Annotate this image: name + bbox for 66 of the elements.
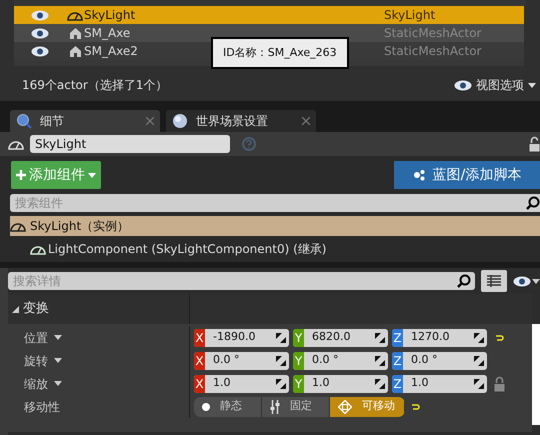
number-field[interactable]: Z 1270.0 (392, 328, 487, 346)
actor-name: SM_Axe2 (84, 43, 138, 60)
eye-icon[interactable] (31, 28, 49, 38)
close-icon[interactable] (146, 117, 154, 125)
mobility-option[interactable]: 静态 (194, 396, 262, 416)
actor-name-field[interactable]: SkyLight (30, 135, 230, 153)
plus-icon (16, 170, 26, 180)
move-icon (338, 400, 352, 414)
gauge-icon (30, 243, 46, 255)
reset-icon[interactable] (410, 402, 420, 410)
number-field[interactable]: Z 1.0 (392, 374, 487, 392)
tooltip: ID名称：SM_Axe_263 (211, 37, 349, 69)
number-field[interactable]: X -1890.0 (194, 328, 289, 346)
property-label: 缩放 (24, 376, 48, 392)
number-field[interactable]: Y 0.0 ° (293, 352, 388, 370)
eye-icon[interactable] (513, 276, 531, 286)
eye-icon[interactable] (454, 80, 472, 90)
grid-icon (487, 275, 501, 287)
globe-icon (172, 113, 188, 129)
reset-icon[interactable] (494, 334, 504, 342)
actor-name: SM_Axe (84, 25, 130, 42)
house-icon (68, 26, 82, 40)
property-label: 旋转 (24, 352, 48, 370)
caret-icon[interactable] (54, 335, 62, 340)
number-field[interactable]: Z 0.0 ° (392, 352, 487, 370)
search-icon[interactable] (526, 196, 540, 210)
number-field[interactable]: Y 1.0 (293, 374, 388, 392)
grid-view-button[interactable] (481, 270, 507, 292)
component-row[interactable]: SkyLight（实例） (10, 216, 540, 236)
house-icon (68, 44, 82, 58)
caret-icon[interactable] (54, 358, 62, 363)
eye-icon[interactable] (31, 10, 49, 20)
property-label: 位置 (24, 330, 48, 346)
view-options-button[interactable]: 视图选项 (454, 76, 536, 94)
tab[interactable]: 细节 (10, 110, 160, 132)
gauge-icon (10, 220, 26, 232)
close-icon[interactable] (302, 117, 310, 125)
number-field[interactable]: X 1.0 (194, 374, 289, 392)
component-search-field[interactable]: 搜索组件 (10, 194, 540, 212)
outliner-row[interactable]: SkyLight SkyLight (14, 6, 524, 24)
number-field[interactable]: Y 6820.0 (293, 328, 388, 346)
expand-icon (12, 306, 19, 312)
gauge-icon (67, 9, 83, 21)
mobility-option[interactable]: 固定 (262, 396, 330, 416)
outliner-row[interactable]: SM_Axe StaticMeshActor (14, 24, 524, 42)
component-row[interactable]: LightComponent (SkyLightComponent0) (继承) (10, 236, 540, 262)
actor-count: 169个actor（选择了1个） (22, 77, 168, 94)
actor-type: StaticMeshActor (384, 43, 482, 60)
tab[interactable]: 世界场景设置 (166, 110, 316, 132)
caret-icon[interactable] (532, 278, 540, 284)
search-icon[interactable] (457, 274, 471, 288)
number-field[interactable]: X 0.0 ° (194, 352, 289, 370)
property-label: 移动性 (24, 398, 60, 416)
actor-name: SkyLight (84, 7, 136, 24)
gauge-icon (8, 138, 24, 150)
sliders-icon (270, 400, 280, 414)
details-search-field[interactable]: 搜索详情 (8, 272, 475, 290)
actor-type: SkyLight (384, 7, 436, 24)
blueprint-button[interactable]: 蓝图/添加脚本 (394, 161, 540, 189)
lock-icon[interactable] (494, 376, 504, 392)
magnifier-icon (16, 113, 32, 129)
eye-icon[interactable] (31, 46, 49, 56)
caret-icon[interactable] (528, 82, 536, 88)
actor-type: StaticMeshActor (384, 25, 482, 42)
lock-icon[interactable] (529, 136, 540, 152)
caret-icon[interactable] (54, 381, 62, 386)
